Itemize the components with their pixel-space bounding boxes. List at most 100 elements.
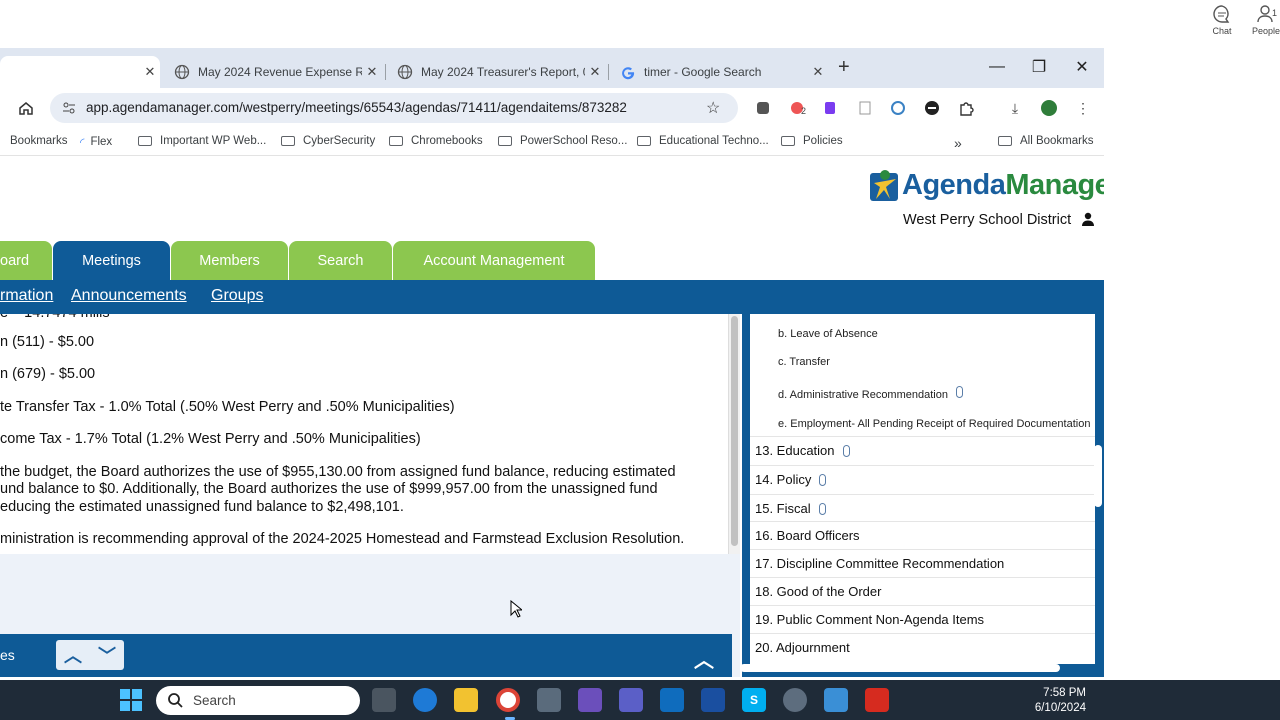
- chat-button[interactable]: Chat: [1200, 4, 1244, 36]
- search-icon: [168, 693, 183, 708]
- folder-icon: [998, 136, 1012, 146]
- attachment-icon[interactable]: [818, 502, 826, 515]
- agenda-item[interactable]: 14. Policy: [750, 465, 1095, 493]
- attachment-icon[interactable]: [955, 386, 963, 398]
- extension-icon[interactable]: [753, 98, 773, 118]
- nav-tab-account-management[interactable]: Account Management: [393, 241, 595, 281]
- agenda-subitem[interactable]: b. Leave of Absence: [778, 328, 878, 340]
- google-icon: [622, 67, 635, 80]
- tab-treasurers-report[interactable]: May 2024 Treasurer's Report, 0 ✕: [389, 56, 605, 88]
- agenda-subitem[interactable]: c. Transfer: [778, 356, 830, 368]
- home-icon[interactable]: [16, 98, 36, 118]
- logo-agenda-text: Agenda: [902, 168, 1006, 201]
- subnav-announcements-link[interactable]: Announcements: [71, 287, 187, 305]
- webex-icon[interactable]: [701, 688, 725, 712]
- bookmark-star-icon[interactable]: ☆: [706, 98, 720, 118]
- agenda-item[interactable]: 16. Board Officers: [750, 521, 1095, 549]
- content-scrollbar[interactable]: [728, 314, 740, 554]
- document-icon[interactable]: [855, 98, 875, 118]
- bookmark-item[interactable]: Bookmarks: [10, 135, 68, 147]
- agenda-scrollbar[interactable]: [1094, 445, 1102, 507]
- agendamanager-logo[interactable]: AgendaManager: [868, 167, 1104, 203]
- tab-close-icon[interactable]: ✕: [362, 64, 382, 80]
- close-window-button[interactable]: ✕: [1067, 52, 1097, 82]
- windows-start-icon[interactable]: [120, 689, 142, 711]
- bookmark-folder[interactable]: Educational Techno...: [637, 135, 769, 147]
- site-info-icon[interactable]: [62, 101, 76, 115]
- search-placeholder: Search: [193, 693, 236, 708]
- tab-separator: [608, 64, 609, 80]
- tab-google-search[interactable]: timer - Google Search ✕: [612, 56, 828, 88]
- bookmark-folder[interactable]: CyberSecurity: [281, 135, 375, 147]
- content-line: n (679) - $5.00: [0, 366, 96, 382]
- skype-icon[interactable]: S: [742, 688, 766, 712]
- bookmark-folder[interactable]: Important WP Web...: [138, 135, 266, 147]
- agenda-item[interactable]: 13. Education: [750, 436, 1095, 464]
- extension-icon[interactable]: [922, 98, 942, 118]
- acrobat-icon[interactable]: [865, 688, 889, 712]
- content-line: und balance to $0. Additionally, the Boa…: [0, 481, 658, 497]
- extension-icon[interactable]: [888, 98, 908, 118]
- address-bar[interactable]: app.agendamanager.com/westperry/meetings…: [50, 93, 738, 123]
- attachment-icon[interactable]: [819, 473, 827, 486]
- teams-side-strip: Chat People 1: [1104, 0, 1280, 50]
- agenda-item[interactable]: 18. Good of the Order: [750, 577, 1095, 605]
- item-navigation-buttons: ︿ ﹀: [56, 640, 124, 670]
- tab-title: May 2024 Revenue Expense Rep: [198, 65, 362, 79]
- bookmark-folder[interactable]: PowerSchool Reso...: [498, 135, 627, 147]
- all-bookmarks-folder[interactable]: All Bookmarks: [998, 135, 1094, 147]
- system-clock[interactable]: 7:58 PM 6/10/2024: [1016, 686, 1086, 716]
- nav-tab-search[interactable]: Search: [289, 241, 392, 281]
- minimize-button[interactable]: —: [982, 52, 1012, 82]
- nav-tab-members[interactable]: Members: [171, 241, 288, 281]
- profile-avatar-icon[interactable]: [1039, 98, 1059, 118]
- download-icon[interactable]: ⤓: [1005, 98, 1025, 118]
- extension-icon[interactable]: [820, 98, 840, 118]
- agenda-item[interactable]: 17. Discipline Committee Recommendation: [750, 549, 1095, 577]
- url-text[interactable]: app.agendamanager.com/westperry/meetings…: [86, 100, 627, 115]
- agenda-item[interactable]: 19. Public Comment Non-Agenda Items: [750, 605, 1095, 633]
- tab-revenue-expense[interactable]: May 2024 Revenue Expense Rep ✕: [166, 56, 382, 88]
- previous-item-chevron-up-icon[interactable]: ︿: [64, 642, 82, 668]
- agenda-subitem[interactable]: e. Employment- All Pending Receipt of Re…: [778, 418, 1090, 430]
- tab-close-icon[interactable]: ✕: [585, 64, 605, 80]
- expand-panel-chevron-up-icon[interactable]: ︿: [694, 644, 714, 673]
- edge-icon[interactable]: [413, 688, 437, 712]
- nav-tab-meetings[interactable]: Meetings: [53, 241, 170, 281]
- agenda-subitem[interactable]: d. Administrative Recommendation: [778, 386, 963, 401]
- chrome-icon[interactable]: [496, 688, 520, 712]
- taskbar-search[interactable]: Search: [156, 686, 360, 715]
- app-icon[interactable]: [578, 688, 602, 712]
- outlook-icon[interactable]: [660, 688, 684, 712]
- app-icon[interactable]: [824, 688, 848, 712]
- restore-button[interactable]: ❐: [1024, 52, 1054, 82]
- new-tab-button[interactable]: +: [838, 56, 850, 79]
- next-item-chevron-down-icon[interactable]: ﹀: [98, 642, 116, 668]
- settings-gear-icon[interactable]: [783, 688, 807, 712]
- more-bookmarks-chevron-icon[interactable]: »: [954, 135, 962, 151]
- tab-close-icon[interactable]: ✕: [140, 64, 160, 80]
- tab-agenda-manager[interactable]: ✕: [0, 56, 160, 88]
- content-line: come Tax - 1.7% Total (1.2% West Perry a…: [0, 431, 421, 447]
- user-icon[interactable]: [1081, 212, 1095, 226]
- extension-icon[interactable]: 2: [787, 98, 807, 118]
- task-view-icon[interactable]: [372, 688, 396, 712]
- tab-close-icon[interactable]: ✕: [808, 64, 828, 80]
- attachment-icon[interactable]: [842, 444, 850, 457]
- agenda-item[interactable]: 15. Fiscal: [750, 494, 1095, 522]
- puzzle-icon[interactable]: [956, 98, 976, 118]
- agenda-outline: b. Leave of Absence c. Transfer d. Admin…: [750, 314, 1095, 664]
- teams-icon[interactable]: [619, 688, 643, 712]
- file-explorer-icon[interactable]: [454, 688, 478, 712]
- bookmark-folder[interactable]: Chromebooks: [389, 135, 483, 147]
- agenda-horizontal-scrollbar[interactable]: [740, 664, 1060, 672]
- bookmark-item[interactable]: ◜ Flex: [80, 135, 112, 149]
- app-icon[interactable]: [537, 688, 561, 712]
- subnav-information-link[interactable]: rmation: [0, 287, 53, 305]
- subnav-groups-link[interactable]: Groups: [211, 287, 263, 305]
- scrollbar-thumb[interactable]: [731, 316, 738, 546]
- menu-icon[interactable]: ⋮: [1073, 98, 1093, 118]
- agenda-item[interactable]: 20. Adjournment: [750, 633, 1095, 661]
- nav-tab-dashboard[interactable]: oard: [0, 241, 52, 281]
- bookmark-folder[interactable]: Policies: [781, 135, 843, 147]
